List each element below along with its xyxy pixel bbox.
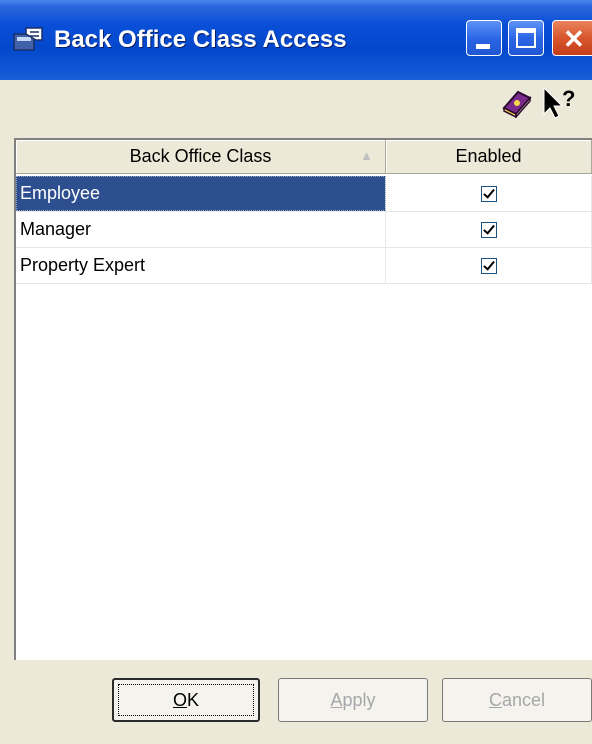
- close-icon: ✕: [563, 24, 585, 54]
- apply-button[interactable]: Apply: [278, 678, 428, 722]
- apply-label-rest: pply: [342, 689, 376, 710]
- column-header-class[interactable]: Back Office Class ▲: [16, 140, 386, 174]
- close-button[interactable]: ✕: [552, 20, 592, 56]
- maximize-button[interactable]: [508, 20, 544, 56]
- column-header-enabled-label: Enabled: [455, 146, 522, 166]
- class-access-grid[interactable]: Back Office Class ▲ Enabled Employee Man…: [14, 138, 592, 660]
- grid-header: Back Office Class ▲ Enabled: [16, 140, 592, 176]
- minimize-button[interactable]: [466, 20, 502, 56]
- enabled-checkbox[interactable]: [480, 257, 497, 274]
- help-pointer-icon[interactable]: ?: [540, 86, 580, 120]
- enabled-checkbox[interactable]: [480, 221, 497, 238]
- enabled-cell: [386, 248, 592, 283]
- table-row[interactable]: Property Expert: [16, 248, 592, 284]
- cancel-mnemonic: C: [488, 689, 502, 710]
- ok-button[interactable]: OK: [112, 678, 260, 722]
- sort-ascending-icon: ▲: [360, 148, 373, 163]
- column-header-class-label: Back Office Class: [129, 146, 272, 166]
- maximize-icon: [516, 28, 536, 48]
- enabled-cell: [386, 176, 592, 211]
- minimize-icon: [476, 44, 490, 49]
- table-row[interactable]: Manager: [16, 212, 592, 248]
- book-icon[interactable]: [500, 88, 534, 118]
- table-row[interactable]: Employee: [16, 176, 592, 212]
- class-cell[interactable]: Property Expert: [16, 248, 386, 283]
- grid-rows: Employee Manager Property Expert: [16, 176, 592, 284]
- title-bar[interactable]: Back Office Class Access ✕: [0, 0, 592, 80]
- class-cell[interactable]: Employee: [16, 176, 386, 211]
- window-title: Back Office Class Access: [54, 26, 347, 53]
- focus-rectangle: [118, 684, 254, 716]
- cancel-label-rest: ancel: [501, 689, 546, 710]
- enabled-checkbox[interactable]: [480, 185, 497, 202]
- column-header-enabled[interactable]: Enabled: [386, 140, 592, 174]
- cancel-button[interactable]: Cancel: [442, 678, 592, 722]
- apply-mnemonic: A: [330, 689, 343, 710]
- enabled-cell: [386, 212, 592, 247]
- class-cell[interactable]: Manager: [16, 212, 386, 247]
- app-icon: [13, 27, 43, 51]
- svg-text:?: ?: [562, 86, 575, 111]
- dialog-window: Back Office Class Access ✕ ? Back Office…: [0, 0, 592, 744]
